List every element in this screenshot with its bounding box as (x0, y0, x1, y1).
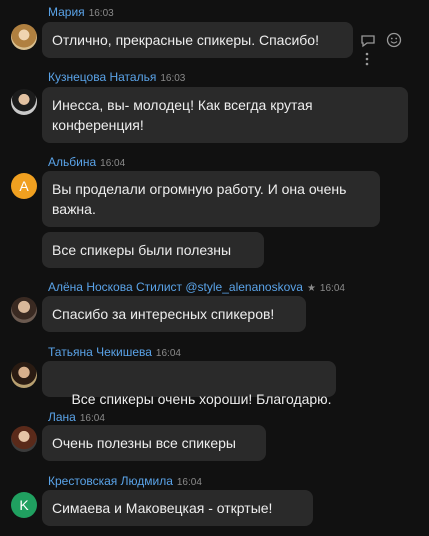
avatar-letter: A (19, 178, 29, 194)
author-name[interactable]: Алёна Носкова Стилист @style_alenanoskov… (48, 280, 303, 294)
emoji-icon[interactable] (386, 32, 402, 51)
message-time: 16:04 (100, 158, 126, 169)
message-time: 16:04 (319, 283, 345, 294)
message-author[interactable]: Лана 16:04 (48, 410, 105, 424)
avatar[interactable] (11, 426, 37, 452)
message-bubble: Все спикеры были полезны (42, 232, 264, 268)
author-name[interactable]: Татьяна Чекишева (48, 345, 152, 359)
message-author[interactable]: Татьяна Чекишева 16:04 (48, 345, 181, 359)
author-name[interactable]: Лана (48, 410, 76, 424)
author-name[interactable]: Кузнецова Наталья (48, 70, 156, 84)
message-time: 16:04 (79, 413, 105, 424)
message-text: Отлично, прекрасные спикеры. Спасибо! (52, 32, 319, 48)
message-text: Вы проделали огромную работу. И она очен… (52, 181, 347, 217)
message-bubble: Симаева и Маковецкая - откртые! (42, 490, 313, 526)
message-text: Очень полезны все спикеры (52, 435, 236, 451)
avatar[interactable]: A (11, 173, 37, 199)
message-time: 16:04 (176, 477, 202, 488)
avatar-letter: K (19, 497, 29, 513)
message-bubble: Спасибо за интересных спикеров! (42, 296, 306, 332)
message-bubble: Очень полезны все спикеры (42, 425, 266, 461)
avatar[interactable] (11, 89, 37, 115)
avatar[interactable]: K (11, 492, 37, 518)
author-name[interactable]: Мария (48, 5, 85, 19)
avatar[interactable] (11, 24, 37, 50)
message-time: 16:04 (155, 348, 181, 359)
star-icon: ★ (306, 283, 316, 294)
message-text: Спасибо за интересных спикеров! (52, 306, 275, 322)
avatar[interactable] (11, 362, 37, 388)
message-time: 16:03 (160, 73, 186, 84)
author-name[interactable]: Крестовская Людмила (48, 474, 173, 488)
author-name[interactable]: Альбина (48, 155, 96, 169)
message-text: Симаева и Маковецкая - откртые! (52, 500, 273, 516)
message-bubble: Отлично, прекрасные спикеры. Спасибо! (42, 22, 353, 58)
message-text: Все спикеры очень хороши! Благодарю. (67, 391, 332, 407)
message-bubble: Все спикеры очень хороши! Благодарю. (42, 361, 336, 407)
message-actions (360, 32, 429, 70)
message-bubble: Вы проделали огромную работу. И она очен… (42, 171, 380, 227)
message-author[interactable]: Кузнецова Наталья 16:03 (48, 70, 185, 84)
more-icon[interactable] (360, 51, 374, 70)
reply-icon[interactable] (360, 34, 376, 51)
avatar[interactable] (11, 297, 37, 323)
message-author[interactable]: Альбина 16:04 (48, 155, 125, 169)
message-bubble: Инесса, вы- молодец! Как всегда крутая к… (42, 87, 408, 143)
message-author[interactable]: Алёна Носкова Стилист @style_alenanoskov… (48, 280, 345, 294)
message-text: Инесса, вы- молодец! Как всегда крутая к… (52, 97, 313, 133)
message-author[interactable]: Крестовская Людмила 16:04 (48, 474, 202, 488)
message-time: 16:03 (88, 8, 114, 19)
message-author[interactable]: Мария 16:03 (48, 5, 114, 19)
message-text: Все спикеры были полезны (52, 242, 232, 258)
